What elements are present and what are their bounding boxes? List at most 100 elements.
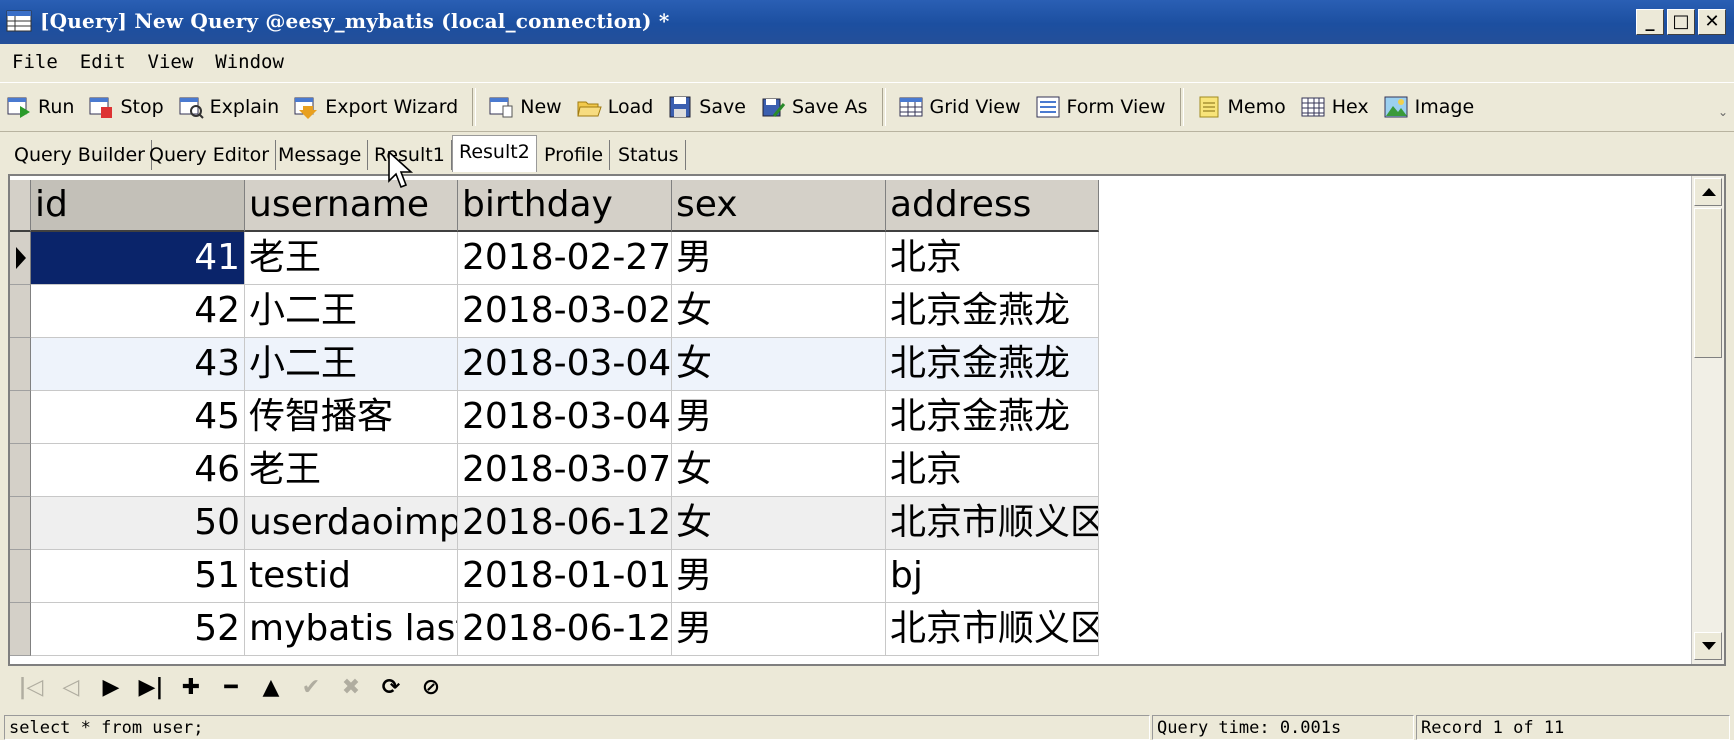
cell-birthday[interactable]: 2018-03-02 1 [458,285,672,338]
row-indicator[interactable] [10,285,31,338]
cell-id[interactable]: 51 [31,550,245,603]
minimize-button[interactable]: _ [1636,9,1664,35]
scroll-up-button[interactable] [1694,178,1722,206]
table-row[interactable]: 51testid2018-01-01 0男bj [10,550,1099,603]
cell-birthday[interactable]: 2018-03-07 1 [458,444,672,497]
stop-fetch-button[interactable]: ⊘ [416,673,446,703]
menu-window[interactable]: Window [215,51,284,73]
refresh-button[interactable]: ⟳ [376,673,406,703]
stop-button[interactable]: Stop [82,87,171,127]
cell-sex[interactable]: 男 [672,232,886,285]
cell-address[interactable]: 北京金燕龙 [886,391,1099,444]
tab-profile[interactable]: Profile [538,140,611,170]
first-record-button[interactable]: |◁ [16,673,46,703]
cell-address[interactable]: 北京 [886,232,1099,285]
grid-view-button[interactable]: Grid View [892,87,1029,127]
cell-sex[interactable]: 男 [672,391,886,444]
cell-address[interactable]: 北京金燕龙 [886,285,1099,338]
hex-button[interactable]: Hex [1294,87,1377,127]
tab-query-editor[interactable]: Query Editor [143,140,277,170]
delete-record-button[interactable]: ━ [216,673,246,703]
column-header-sex[interactable]: sex [672,180,886,232]
form-view-button[interactable]: Form View [1029,87,1174,127]
cell-sex[interactable]: 女 [672,338,886,391]
cell-username[interactable]: mybatis last [245,603,458,656]
cell-id[interactable]: 41 [31,232,245,285]
cell-id[interactable]: 50 [31,497,245,550]
post-edit-button[interactable]: ✔ [296,673,326,703]
table-row[interactable]: 52mybatis last2018-06-12 0男北京市顺义区 [10,603,1099,656]
new-button[interactable]: New [482,87,569,127]
cell-id[interactable]: 52 [31,603,245,656]
menu-view[interactable]: View [148,51,194,73]
tab-result2[interactable]: Result2 [452,135,537,172]
cell-id[interactable]: 45 [31,391,245,444]
row-indicator[interactable] [10,391,31,444]
cell-username[interactable]: 老王 [245,232,458,285]
cell-username[interactable]: 老王 [245,444,458,497]
table-row[interactable]: 46老王2018-03-07 1女北京 [10,444,1099,497]
row-indicator[interactable] [10,497,31,550]
row-indicator[interactable] [10,338,31,391]
result-grid[interactable]: id username birthday sex address 41 老王 201… [8,174,1726,666]
tab-message[interactable]: Message [272,140,369,170]
column-header-username[interactable]: username [245,180,458,232]
table-row[interactable]: 43小二王2018-03-04 1女北京金燕龙 [10,338,1099,391]
table-row[interactable]: 50userdaoimpl2018-06-12 0女北京市顺义区 [10,497,1099,550]
last-record-button[interactable]: ▶| [136,673,166,703]
cell-username[interactable]: userdaoimpl [245,497,458,550]
memo-button[interactable]: Memo [1190,87,1294,127]
maximize-button[interactable]: □ [1667,9,1695,35]
cell-sex[interactable]: 女 [672,444,886,497]
scroll-thumb[interactable] [1694,208,1722,358]
toolbar-overflow-icon[interactable]: ⌄ [1718,105,1728,119]
row-indicator[interactable] [10,550,31,603]
cancel-edit-button[interactable]: ✖ [336,673,366,703]
cell-username[interactable]: testid [245,550,458,603]
cell-id[interactable]: 46 [31,444,245,497]
scroll-down-button[interactable] [1694,632,1722,660]
load-button[interactable]: Load [570,87,662,127]
cell-id[interactable]: 43 [31,338,245,391]
tab-query-builder[interactable]: Query Builder [8,140,152,170]
cell-username[interactable]: 小二王 [245,338,458,391]
column-header-address[interactable]: address [886,180,1099,232]
cell-birthday[interactable]: 2018-03-04 1 [458,391,672,444]
cell-sex[interactable]: 男 [672,603,886,656]
cell-address[interactable]: 北京金燕龙 [886,338,1099,391]
cell-address[interactable]: 北京 [886,444,1099,497]
cell-birthday[interactable]: 2018-03-04 1 [458,338,672,391]
row-indicator[interactable] [10,444,31,497]
run-button[interactable]: Run [0,87,82,127]
next-record-button[interactable]: ▶ [96,673,126,703]
tab-status[interactable]: Status [612,140,686,170]
table-row[interactable]: 45传智播客2018-03-04 1男北京金燕龙 [10,391,1099,444]
close-button[interactable]: ✕ [1698,9,1726,35]
menu-file[interactable]: File [12,51,58,73]
cell-username[interactable]: 小二王 [245,285,458,338]
edit-record-button[interactable]: ▲ [256,673,286,703]
cell-address[interactable]: bj [886,550,1099,603]
save-button[interactable]: Save [661,87,754,127]
explain-button[interactable]: Explain [172,87,288,127]
column-header-id[interactable]: id [31,180,245,232]
save-as-button[interactable]: Save As [754,87,876,127]
cell-birthday[interactable]: 2018-06-12 0 [458,603,672,656]
export-wizard-button[interactable]: Export Wizard [287,87,466,127]
window-titlebar[interactable]: [Query] New Query @eesy_mybatis (local_c… [0,0,1734,44]
cell-address[interactable]: 北京市顺义区 [886,497,1099,550]
cell-address[interactable]: 北京市顺义区 [886,603,1099,656]
cell-birthday[interactable]: 2018-06-12 0 [458,497,672,550]
insert-record-button[interactable]: ✚ [176,673,206,703]
vertical-scrollbar[interactable] [1691,176,1724,664]
cell-sex[interactable]: 女 [672,497,886,550]
image-button[interactable]: Image [1377,87,1483,127]
prior-record-button[interactable]: ◁ [56,673,86,703]
table-row[interactable]: 42小二王2018-03-02 1女北京金燕龙 [10,285,1099,338]
table-row[interactable]: 41老王2018-02-27 1男北京 [10,232,1099,285]
cell-sex[interactable]: 男 [672,550,886,603]
cell-id[interactable]: 42 [31,285,245,338]
menu-edit[interactable]: Edit [80,51,126,73]
cell-username[interactable]: 传智播客 [245,391,458,444]
cell-sex[interactable]: 女 [672,285,886,338]
